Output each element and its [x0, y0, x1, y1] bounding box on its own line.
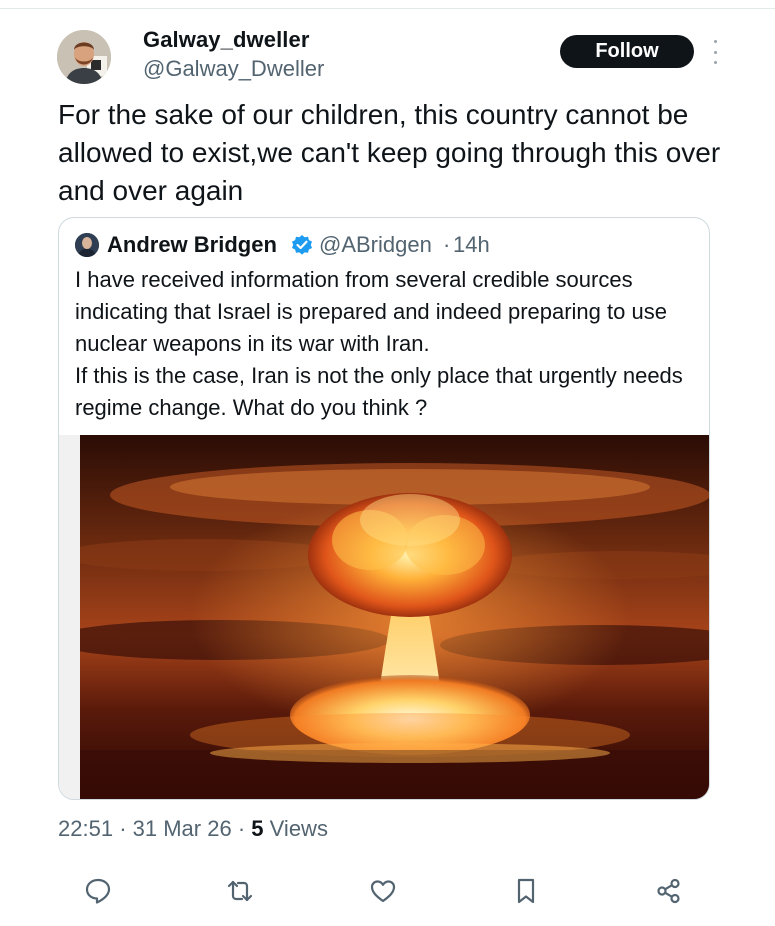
follow-button[interactable]: Follow [560, 35, 694, 68]
bookmark-icon[interactable] [511, 876, 541, 906]
top-divider [0, 8, 775, 9]
tweet-timestamp[interactable]: 22:51 [58, 816, 113, 841]
mushroom-cloud-image[interactable] [80, 435, 709, 799]
tweet-meta: 22:51 · 31 Mar 26 · 5 Views [58, 816, 328, 842]
more-options-icon[interactable] [708, 40, 722, 64]
quoted-separator: · [443, 232, 451, 257]
quoted-paragraph: If this is the case, Iran is not the onl… [75, 363, 683, 420]
quoted-author-handle: @ABridgen [319, 232, 432, 257]
verified-badge-icon [292, 235, 312, 255]
tweet-text: For the sake of our children, this count… [58, 99, 721, 206]
quoted-time: 14h [453, 232, 490, 257]
share-icon[interactable] [654, 876, 684, 906]
author-avatar[interactable] [57, 30, 111, 84]
quoted-media[interactable] [59, 435, 709, 799]
quoted-author-avatar [75, 233, 99, 257]
author-handle[interactable]: @Galway_Dweller [143, 56, 324, 82]
meta-separator: · [119, 816, 127, 841]
quoted-paragraph: I have received information from several… [75, 267, 667, 356]
views-count: 5 [251, 816, 264, 841]
like-icon[interactable] [368, 876, 398, 906]
quoted-tweet-card[interactable]: Andrew Bridgen @ABridgen · 14h I have re… [58, 217, 710, 800]
quoted-author-name: Andrew Bridgen [107, 232, 277, 257]
author-display-name[interactable]: Galway_dweller [143, 27, 310, 53]
reply-icon[interactable] [83, 876, 113, 906]
tweet-date[interactable]: 31 Mar 26 [133, 816, 232, 841]
action-bar [0, 872, 775, 912]
retweet-icon[interactable] [225, 876, 255, 906]
views-label: Views [269, 816, 328, 841]
quoted-tweet-text: I have received information from several… [75, 264, 700, 424]
meta-separator: · [237, 816, 246, 841]
